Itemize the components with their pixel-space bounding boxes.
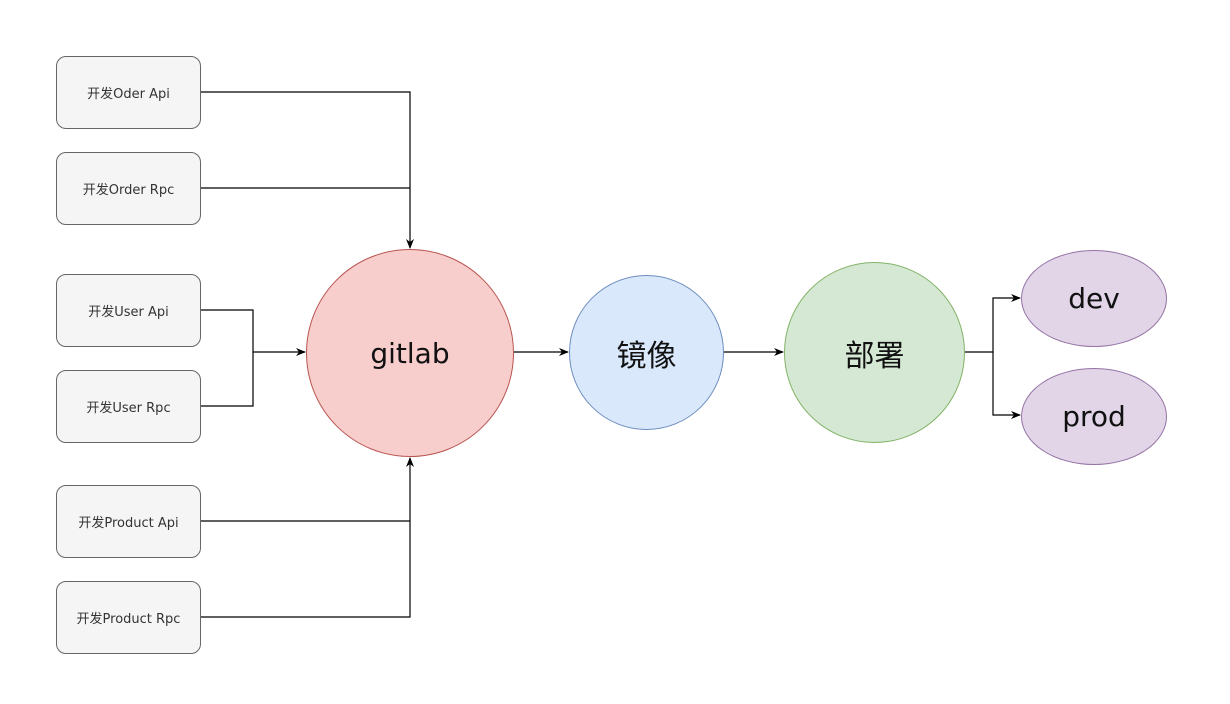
node-user-api-label: 开发User Api xyxy=(88,305,169,320)
node-product-api-label: 开发Product Api xyxy=(78,516,179,531)
node-order-rpc: 开发Order Rpc xyxy=(56,152,201,225)
node-deploy-label: 部署 xyxy=(844,338,905,374)
edge-deploy-to-prod xyxy=(992,352,1021,419)
node-product-rpc-label: 开发Product Rpc xyxy=(76,612,181,627)
node-prod: prod xyxy=(1021,368,1167,465)
edge-deploy-to-dev xyxy=(965,294,1021,353)
node-gitlab: gitlab xyxy=(306,249,514,457)
edge-user-api-to-gitlab xyxy=(200,309,306,356)
node-order-api: 开发Oder Api xyxy=(56,56,201,129)
node-gitlab-label: gitlab xyxy=(370,336,450,370)
node-dev-label: dev xyxy=(1068,282,1120,315)
node-dev: dev xyxy=(1021,250,1167,347)
node-prod-label: prod xyxy=(1062,400,1126,433)
node-user-rpc: 开发User Rpc xyxy=(56,370,201,443)
node-mirror-label: 镜像 xyxy=(616,338,677,374)
node-mirror: 镜像 xyxy=(569,275,724,430)
node-deploy: 部署 xyxy=(784,262,965,443)
edge-product-rpc-to-gitlab xyxy=(200,457,414,618)
node-user-api: 开发User Api xyxy=(56,274,201,347)
edge-user-rpc-to-gitlab xyxy=(200,352,254,407)
node-user-rpc-label: 开发User Rpc xyxy=(86,401,171,416)
node-product-api: 开发Product Api xyxy=(56,485,201,558)
deployment-flow-diagram: 开发Oder Api 开发Order Rpc 开发User Api 开发User… xyxy=(0,0,1230,704)
node-product-rpc: 开发Product Rpc xyxy=(56,581,201,654)
node-order-api-label: 开发Oder Api xyxy=(87,87,170,102)
node-order-rpc-label: 开发Order Rpc xyxy=(82,183,175,198)
edge-order-api-to-gitlab xyxy=(200,91,414,249)
